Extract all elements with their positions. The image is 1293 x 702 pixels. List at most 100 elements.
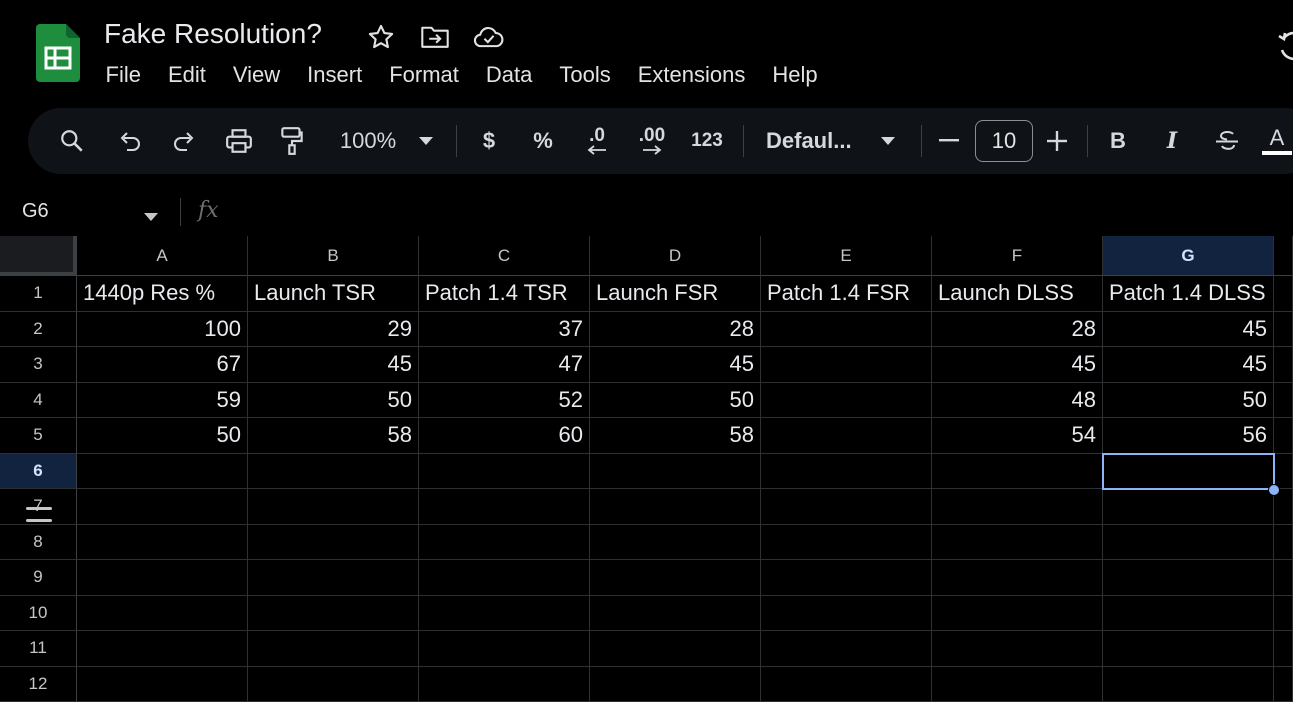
cell-e8[interactable] <box>761 524 932 560</box>
cloud-saved-icon[interactable] <box>472 22 506 52</box>
cell-b7[interactable] <box>248 489 419 525</box>
cell-c4[interactable]: 52 <box>419 382 590 418</box>
cell-f10[interactable] <box>932 595 1103 631</box>
cell-e10[interactable] <box>761 595 932 631</box>
cell-f4[interactable]: 48 <box>932 382 1103 418</box>
cell-partial[interactable] <box>1274 595 1293 631</box>
cell-f12[interactable] <box>932 666 1103 702</box>
cell-f3[interactable]: 45 <box>932 347 1103 383</box>
menu-data[interactable]: Data <box>472 62 545 88</box>
column-header-partial[interactable] <box>1274 236 1293 276</box>
cell-d1[interactable]: Launch FSR <box>590 276 761 312</box>
cell-partial[interactable] <box>1274 524 1293 560</box>
cell-f11[interactable] <box>932 631 1103 667</box>
cell-b10[interactable] <box>248 595 419 631</box>
cell-c1[interactable]: Patch 1.4 TSR <box>419 276 590 312</box>
chevron-down-icon[interactable] <box>144 208 158 226</box>
cell-a1[interactable]: 1440p Res % <box>77 276 248 312</box>
column-header-e[interactable]: E <box>761 236 932 276</box>
cell-d2[interactable]: 28 <box>590 311 761 347</box>
cell-b2[interactable]: 29 <box>248 311 419 347</box>
cell-b6[interactable] <box>248 453 419 489</box>
search-menus-icon[interactable] <box>54 108 90 174</box>
cell-g11[interactable] <box>1103 631 1274 667</box>
column-header-c[interactable]: C <box>419 236 590 276</box>
chevron-down-icon[interactable] <box>876 108 900 174</box>
cell-d10[interactable] <box>590 595 761 631</box>
cell-e6[interactable] <box>761 453 932 489</box>
cell-partial[interactable] <box>1274 418 1293 454</box>
redo-icon[interactable] <box>168 108 200 174</box>
cell-partial[interactable] <box>1274 453 1293 489</box>
cell-g2[interactable]: 45 <box>1103 311 1274 347</box>
cell-d8[interactable] <box>590 524 761 560</box>
row-header-1[interactable]: 1 <box>0 276 77 312</box>
cell-partial[interactable] <box>1274 311 1293 347</box>
cell-e4[interactable] <box>761 382 932 418</box>
cell-b12[interactable] <box>248 666 419 702</box>
cell-b11[interactable] <box>248 631 419 667</box>
print-icon[interactable] <box>222 108 256 174</box>
font-size-input[interactable]: 10 <box>975 120 1033 162</box>
cell-c12[interactable] <box>419 666 590 702</box>
cell-b5[interactable]: 58 <box>248 418 419 454</box>
cell-b9[interactable] <box>248 560 419 596</box>
cell-c6[interactable] <box>419 453 590 489</box>
cell-e7[interactable] <box>761 489 932 525</box>
chevron-down-icon[interactable] <box>414 108 438 174</box>
cell-e12[interactable] <box>761 666 932 702</box>
percent-format-button[interactable]: % <box>533 128 553 154</box>
row-header-2[interactable]: 2 <box>0 311 77 347</box>
row-resize-handle[interactable] <box>26 518 52 522</box>
move-folder-icon[interactable] <box>418 22 452 52</box>
name-box[interactable]: G6 <box>22 200 49 223</box>
column-header-a[interactable]: A <box>77 236 248 276</box>
cell-g4[interactable]: 50 <box>1103 382 1274 418</box>
cell-a11[interactable] <box>77 631 248 667</box>
menu-insert[interactable]: Insert <box>294 62 376 88</box>
cell-a10[interactable] <box>77 595 248 631</box>
font-family-select[interactable]: Defaul... <box>766 128 852 154</box>
zoom-select[interactable]: 100% <box>340 128 396 154</box>
cell-f7[interactable] <box>932 489 1103 525</box>
cell-c5[interactable]: 60 <box>419 418 590 454</box>
cell-g5[interactable]: 56 <box>1103 418 1274 454</box>
cell-a2[interactable]: 100 <box>77 311 248 347</box>
increase-font-size-icon[interactable] <box>1042 108 1072 174</box>
cell-c8[interactable] <box>419 524 590 560</box>
cell-d6[interactable] <box>590 453 761 489</box>
menu-view[interactable]: View <box>219 62 293 88</box>
cell-partial[interactable] <box>1274 347 1293 383</box>
row-header-5[interactable]: 5 <box>0 418 77 454</box>
cell-b8[interactable] <box>248 524 419 560</box>
cell-a12[interactable] <box>77 666 248 702</box>
text-color-button[interactable]: A <box>1262 108 1292 174</box>
cell-b1[interactable]: Launch TSR <box>248 276 419 312</box>
cell-d11[interactable] <box>590 631 761 667</box>
menu-help[interactable]: Help <box>759 62 831 88</box>
cell-d12[interactable] <box>590 666 761 702</box>
cell-a7[interactable] <box>77 489 248 525</box>
italic-button[interactable]: I <box>1167 128 1177 154</box>
formula-input[interactable] <box>240 196 1280 228</box>
cell-d5[interactable]: 58 <box>590 418 761 454</box>
star-icon[interactable] <box>364 22 398 52</box>
cell-a9[interactable] <box>77 560 248 596</box>
cell-g10[interactable] <box>1103 595 1274 631</box>
cell-f9[interactable] <box>932 560 1103 596</box>
version-history-icon[interactable] <box>1276 28 1293 68</box>
cell-e1[interactable]: Patch 1.4 FSR <box>761 276 932 312</box>
sheets-logo-icon[interactable] <box>36 24 80 82</box>
menu-file[interactable]: File <box>92 62 154 88</box>
cell-g6[interactable] <box>1103 453 1274 489</box>
cell-d9[interactable] <box>590 560 761 596</box>
cell-b4[interactable]: 50 <box>248 382 419 418</box>
decrease-decimal-button[interactable]: .0 <box>578 108 616 174</box>
cell-c7[interactable] <box>419 489 590 525</box>
increase-decimal-button[interactable]: .00 <box>632 108 672 174</box>
row-header-11[interactable]: 11 <box>0 631 77 667</box>
cell-c10[interactable] <box>419 595 590 631</box>
document-title[interactable]: Fake Resolution? <box>104 18 322 50</box>
column-header-f[interactable]: F <box>932 236 1103 276</box>
row-header-12[interactable]: 12 <box>0 666 77 702</box>
